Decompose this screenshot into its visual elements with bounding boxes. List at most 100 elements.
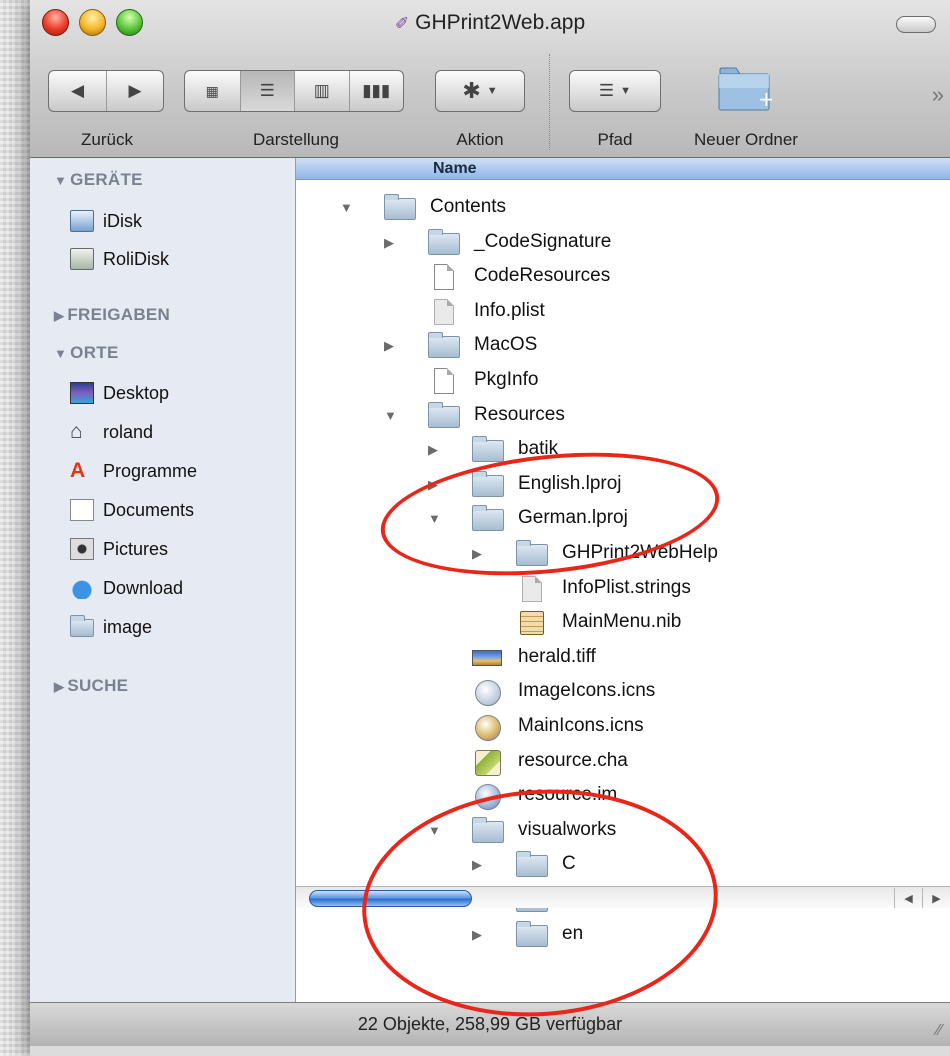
toolbar-toggle-button[interactable] bbox=[896, 16, 936, 33]
disclosure-closed-icon[interactable]: ▶ bbox=[472, 546, 482, 562]
list-item[interactable]: ▶ batik bbox=[296, 433, 950, 467]
sidebar: ▼ GERÄTE iDisk RoliDisk ▶ FREIGABEN ▼ ORTE … bbox=[30, 158, 296, 1002]
list-item-label: MainIcons.icns bbox=[518, 715, 644, 736]
list-item-label: German.lproj bbox=[518, 507, 628, 529]
disclosure-open-icon[interactable]: ▼ bbox=[428, 511, 441, 526]
image-icon bbox=[472, 646, 504, 670]
hard-disk-icon bbox=[70, 248, 94, 270]
sidebar-item-programme[interactable]: A Programme bbox=[70, 456, 197, 486]
list-view-icon: ☰ bbox=[259, 81, 275, 100]
list-item[interactable]: CodeResources bbox=[296, 260, 950, 294]
back-button[interactable]: ◀ bbox=[49, 71, 106, 111]
disclosure-open-icon[interactable]: ▼ bbox=[384, 408, 397, 423]
scroll-thumb[interactable] bbox=[309, 890, 472, 907]
sidebar-item-pictures[interactable]: Pictures bbox=[70, 534, 168, 564]
new-folder-icon[interactable]: + bbox=[718, 66, 772, 112]
disclosure-closed-icon[interactable]: ▶ bbox=[384, 235, 394, 251]
list-item-label: MacOS bbox=[474, 334, 538, 356]
window-shadow-gap bbox=[30, 1046, 950, 1056]
path-label: Pfad bbox=[597, 130, 633, 149]
file-list: Name ▼ Contents ▶ _CodeSignature CodeResourc… bbox=[296, 158, 950, 1002]
forward-button[interactable]: ▶ bbox=[105, 71, 163, 111]
list-item[interactable]: ▶ _CodeSignature bbox=[296, 226, 950, 260]
apple-icon bbox=[70, 577, 94, 599]
home-icon: ⌂ bbox=[70, 420, 83, 443]
sidebar-item-desktop[interactable]: Desktop bbox=[70, 378, 169, 408]
list-item[interactable]: ▼ Resources bbox=[296, 399, 950, 433]
back-arrow-icon: ◀ bbox=[70, 81, 85, 100]
view-mode-control: ▦ ☰ ▥ ▮▮▮ bbox=[184, 70, 404, 112]
list-item[interactable]: MainIcons.icns bbox=[296, 710, 950, 744]
list-item[interactable]: ▶ C bbox=[296, 848, 950, 882]
list-item[interactable]: resource.cha bbox=[296, 745, 950, 779]
view-label: Darstellung bbox=[253, 130, 339, 149]
disclosure-open-icon[interactable]: ▼ bbox=[340, 200, 353, 215]
folder-icon bbox=[472, 816, 504, 843]
im-icon bbox=[472, 784, 504, 811]
scroll-arrows: ◀ ▶ bbox=[894, 888, 950, 908]
list-item-label: C bbox=[562, 853, 576, 875]
view-icon-button[interactable]: ▦ bbox=[185, 71, 240, 111]
disclosure-open-icon: ▼ bbox=[54, 346, 68, 361]
back-label: Zurück bbox=[81, 130, 133, 149]
disclosure-closed-icon[interactable]: ▶ bbox=[428, 442, 438, 458]
desktop-icon bbox=[70, 382, 94, 404]
folder-icon bbox=[428, 332, 460, 359]
disclosure-open-icon: ▼ bbox=[54, 173, 68, 188]
sidebar-item-documents[interactable]: Documents bbox=[70, 495, 194, 525]
list-item[interactable]: MainMenu.nib bbox=[296, 606, 950, 640]
disclosure-closed-icon[interactable]: ▶ bbox=[472, 927, 482, 943]
list-item[interactable]: InfoPlist.strings bbox=[296, 572, 950, 606]
list-item-label: InfoPlist.strings bbox=[562, 576, 691, 598]
list-item[interactable]: ImageIcons.icns bbox=[296, 675, 950, 709]
sidebar-section-search[interactable]: ▶ SUCHE bbox=[54, 676, 128, 696]
view-column-button[interactable]: ▥ bbox=[294, 71, 349, 111]
sidebar-item-download[interactable]: Download bbox=[70, 573, 183, 603]
list-item[interactable]: herald.tiff bbox=[296, 641, 950, 675]
folder-icon bbox=[472, 470, 504, 497]
icns-app-icon bbox=[472, 715, 504, 741]
sidebar-section-places[interactable]: ▼ ORTE bbox=[54, 343, 119, 363]
status-bar: 22 Objekte, 258,99 GB verfügbar ⁄⁄ bbox=[30, 1002, 950, 1046]
sidebar-section-devices[interactable]: ▼ GERÄTE bbox=[54, 170, 143, 190]
list-item[interactable]: ▼ German.lproj bbox=[296, 502, 950, 536]
list-item[interactable]: PkgInfo bbox=[296, 364, 950, 398]
list-item[interactable]: ▼ Contents bbox=[296, 191, 950, 225]
disclosure-closed-icon[interactable]: ▶ bbox=[472, 857, 482, 873]
horizontal-scrollbar[interactable]: ◀ ▶ bbox=[296, 886, 950, 908]
view-coverflow-button[interactable]: ▮▮▮ bbox=[348, 71, 404, 111]
toolbar-separator bbox=[549, 54, 550, 150]
sidebar-item-idisk[interactable]: iDisk bbox=[70, 206, 142, 236]
cha-icon bbox=[472, 749, 504, 776]
list-item[interactable]: ▶ en bbox=[296, 918, 950, 952]
applications-icon: A bbox=[70, 459, 86, 482]
disclosure-closed-icon[interactable]: ▶ bbox=[428, 477, 438, 493]
list-item[interactable]: ▶ English.lproj bbox=[296, 468, 950, 502]
sidebar-item-roland[interactable]: ⌂ roland bbox=[70, 417, 153, 447]
list-item[interactable]: ▶ MacOS bbox=[296, 329, 950, 363]
column-header-name[interactable]: Name bbox=[296, 158, 950, 180]
resize-grip-icon[interactable]: ⁄⁄ bbox=[937, 1022, 942, 1040]
list-item-label: resource.cha bbox=[518, 749, 628, 771]
list-item[interactable]: resource.im bbox=[296, 779, 950, 813]
list-item[interactable]: Info.plist bbox=[296, 295, 950, 329]
list-item[interactable]: ▼ visualworks bbox=[296, 814, 950, 848]
chevron-down-icon: ▼ bbox=[620, 85, 632, 97]
sidebar-section-shared[interactable]: ▶ FREIGABEN bbox=[54, 305, 170, 325]
toolbar-overflow-icon[interactable]: » bbox=[932, 82, 944, 108]
folder-icon bbox=[428, 228, 460, 255]
window-title-text: GHPrint2Web.app bbox=[415, 11, 586, 34]
action-button[interactable]: ✱ ▼ bbox=[435, 70, 525, 112]
folder-icon bbox=[428, 401, 460, 428]
disclosure-open-icon[interactable]: ▼ bbox=[428, 823, 441, 838]
list-item[interactable]: ▶ GHPrint2WebHelp bbox=[296, 537, 950, 571]
sidebar-item-image[interactable]: image bbox=[70, 612, 152, 642]
action-label: Aktion bbox=[456, 130, 504, 149]
view-list-button[interactable]: ☰ bbox=[239, 71, 294, 111]
path-button[interactable]: ☰ ▼ bbox=[569, 70, 661, 112]
scroll-left-icon[interactable]: ◀ bbox=[894, 888, 922, 908]
list-item-label: GHPrint2WebHelp bbox=[562, 542, 718, 563]
disclosure-closed-icon[interactable]: ▶ bbox=[384, 338, 394, 354]
sidebar-item-rolidisk[interactable]: RoliDisk bbox=[70, 244, 169, 274]
scroll-right-icon[interactable]: ▶ bbox=[922, 888, 950, 908]
